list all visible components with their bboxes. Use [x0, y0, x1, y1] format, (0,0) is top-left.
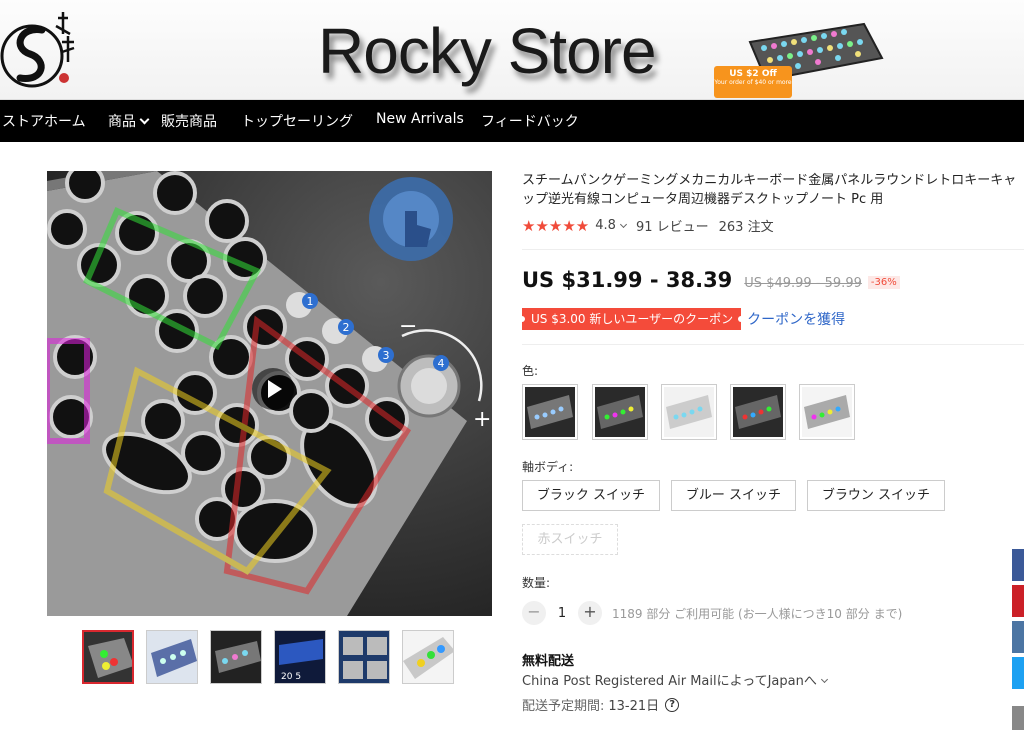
shipping-method[interactable]: China Post Registered Air MailによってJapanへ: [522, 670, 837, 689]
banner-coupon-condition: Your order of $40 or more: [714, 79, 792, 86]
divider: [522, 249, 1024, 250]
nav-item-new-arrivals[interactable]: New Arrivals: [376, 111, 464, 127]
twitter-share-icon[interactable]: [1012, 657, 1024, 689]
color-swatch-5[interactable]: [799, 384, 855, 440]
discount-badge: -36%: [867, 276, 900, 289]
nav-item-products-label: 商品: [108, 114, 136, 130]
quantity-increase-button[interactable]: +: [578, 601, 602, 625]
rating-value[interactable]: 4.8: [595, 218, 616, 233]
price-row: US $31.99 - 38.39 US $49.99 - 59.99 -36%: [522, 268, 900, 292]
svg-text:−: −: [399, 314, 417, 339]
store-name: Rocky Store: [318, 15, 657, 87]
delivery-value: 13-21日: [608, 699, 660, 714]
quantity-label: 数量:: [522, 576, 551, 590]
banner-coupon-amount: US $2 Off: [729, 69, 777, 79]
current-price: US $31.99 - 38.39: [522, 268, 733, 292]
svg-text:1: 1: [307, 295, 314, 308]
svg-text:20 5: 20 5: [281, 672, 301, 682]
switch-option-brown[interactable]: ブラウン スイッチ: [807, 480, 945, 511]
banner-coupon-badge[interactable]: US $2 Off Your order of $40 or more: [714, 66, 792, 98]
chevron-down-icon: [139, 114, 150, 125]
new-user-coupon-tag[interactable]: US $3.00 新しいユーザーのクーポン: [518, 308, 745, 330]
chevron-down-icon: [820, 675, 828, 684]
facebook-share-icon[interactable]: [1012, 549, 1024, 581]
color-swatch-3[interactable]: [661, 384, 717, 440]
switch-label: 軸ボディ:: [522, 460, 574, 474]
switch-option-black[interactable]: ブラック スイッチ: [522, 480, 660, 511]
coupon-row: US $3.00 新しいユーザーのクーポン クーポンを獲得: [518, 308, 845, 330]
nav-item-store-home[interactable]: ストアホーム: [2, 111, 86, 131]
nav-item-sale-items[interactable]: 販売商品: [161, 111, 217, 131]
play-video-button[interactable]: [252, 368, 294, 410]
chevron-down-icon[interactable]: [619, 220, 627, 228]
thumbnail-4[interactable]: 20 5: [274, 630, 326, 684]
pinterest-share-icon[interactable]: [1012, 585, 1024, 617]
main-product-image[interactable]: − + 1 2 3 4: [47, 171, 492, 616]
nav-item-top-selling[interactable]: トップセーリング: [241, 111, 353, 131]
thumbnail-2[interactable]: [146, 630, 198, 684]
delivery-estimate: 配送予定期間: 13-21日 ?: [522, 695, 680, 714]
rating-stars-icon: ★★★★★: [522, 216, 590, 235]
svg-text:4: 4: [438, 357, 445, 370]
rating-row: ★★★★★ 4.8 91 レビュー 263 注文: [522, 216, 774, 236]
shipping-method-label: China Post Registered Air MailによってJapanへ: [522, 674, 817, 689]
thumbnail-1[interactable]: [82, 630, 134, 684]
thumbnail-5[interactable]: [338, 630, 390, 684]
more-share-icon[interactable]: [1012, 706, 1024, 730]
shipping-title: 無料配送: [522, 654, 575, 669]
original-price: US $49.99 - 59.99: [744, 276, 862, 291]
color-swatch-2[interactable]: [592, 384, 648, 440]
get-coupon-link[interactable]: クーポンを獲得: [747, 309, 845, 329]
svg-text:3: 3: [383, 349, 390, 362]
quantity-input[interactable]: 1: [546, 606, 578, 621]
product-title: スチームパンクゲーミングメカニカルキーボード金属パネルラウンドレトロキーキャップ…: [522, 173, 1017, 207]
switch-option-blue[interactable]: ブルー スイッチ: [671, 480, 796, 511]
order-count: 263 注文: [718, 220, 774, 235]
review-count[interactable]: 91 レビュー: [636, 216, 709, 235]
nav-item-feedback[interactable]: フィードバック: [481, 111, 579, 131]
quantity-decrease-button[interactable]: −: [522, 601, 546, 625]
switch-option-red[interactable]: 赤スイッチ: [522, 524, 618, 555]
thumbnail-6[interactable]: [402, 630, 454, 684]
nav-item-products[interactable]: 商品: [108, 111, 150, 131]
color-swatch-1[interactable]: [522, 384, 578, 440]
thumbnail-3[interactable]: [210, 630, 262, 684]
svg-text:+: +: [473, 407, 491, 432]
store-nav-bar: ストアホーム 商品 販売商品 トップセーリング New Arrivals フィー…: [0, 100, 1024, 142]
store-logo[interactable]: [0, 8, 86, 94]
color-label: 色:: [522, 364, 539, 378]
store-banner: Rocky Store US $2 Off Your order of $40 …: [0, 0, 1024, 100]
quantity-stepper: − 1 + 1189 部分 ご利用可能 (お一人様につき10 部分 まで): [522, 601, 902, 625]
availability-text: 1189 部分 ご利用可能 (お一人様につき10 部分 まで): [612, 606, 903, 621]
help-icon[interactable]: ?: [665, 697, 680, 712]
svg-text:2: 2: [343, 321, 350, 334]
delivery-label: 配送予定期間:: [522, 699, 605, 714]
divider: [522, 344, 1024, 345]
color-swatch-4[interactable]: [730, 384, 786, 440]
vk-share-icon[interactable]: [1012, 621, 1024, 653]
